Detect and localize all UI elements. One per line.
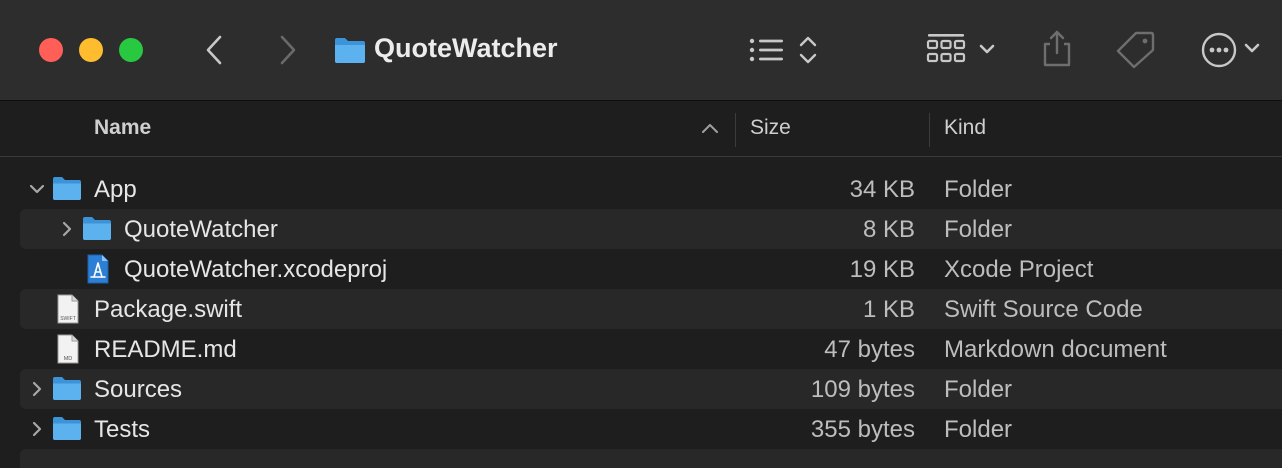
table-row[interactable]: Sources 109 bytes Folder [0, 369, 1282, 409]
table-row[interactable]: QuoteWatcher 8 KB Folder [0, 209, 1282, 249]
folder-icon [53, 377, 81, 400]
file-badge: SWIFT [60, 316, 76, 322]
file-kind: Swift Source Code [944, 296, 1143, 323]
file-name: QuoteWatcher.xcodeproj [124, 256, 388, 283]
file-size: 47 bytes [824, 336, 915, 363]
table-row[interactable]: SWIFT Package.swift 1 KB Swift Source Co… [0, 289, 1282, 329]
tag-icon[interactable] [1114, 30, 1156, 70]
file-name: Sources [94, 376, 183, 403]
folder-icon [53, 417, 81, 440]
file-name: Package.swift [94, 296, 243, 323]
sort-ascending-icon[interactable] [701, 122, 719, 134]
file-size: 8 KB [862, 216, 915, 243]
window-title: QuoteWatcher [374, 33, 558, 63]
file-badge: MD [64, 356, 73, 362]
back-button[interactable] [202, 34, 226, 66]
swift-file-icon: SWIFT [57, 294, 79, 324]
toolbar: QuoteWatcher [0, 0, 1282, 101]
xcode-project-icon [87, 254, 109, 284]
folder-icon [335, 38, 365, 63]
size-column-header[interactable]: Size [750, 116, 791, 140]
forward-button[interactable] [276, 34, 300, 66]
file-size: 355 bytes [810, 416, 915, 443]
grid-group-icon[interactable] [926, 32, 998, 68]
table-row[interactable]: QuoteWatcher.xcodeproj 19 KB Xcode Proje… [0, 249, 1282, 289]
name-column-header[interactable]: Name [94, 116, 151, 140]
file-size: 109 bytes [810, 376, 915, 403]
file-name: App [94, 176, 137, 203]
list-view-icon[interactable] [748, 34, 822, 66]
folder-icon [83, 217, 111, 240]
file-kind: Folder [944, 216, 1013, 243]
minimize-window-button[interactable] [79, 38, 103, 62]
column-header: Name Size Kind [0, 101, 1282, 157]
disclosure-expanded-icon[interactable] [28, 180, 46, 198]
file-name: Tests [94, 416, 151, 443]
file-kind: Markdown document [944, 336, 1167, 363]
kind-column-header[interactable]: Kind [944, 116, 986, 140]
column-divider[interactable] [929, 113, 930, 147]
share-icon[interactable] [1040, 28, 1074, 68]
disclosure-collapsed-icon[interactable] [28, 420, 46, 438]
disclosure-collapsed-icon[interactable] [58, 220, 76, 238]
zoom-window-button[interactable] [119, 38, 143, 62]
file-list: App 34 KB Folder QuoteWatcher 8 KB Folde… [0, 169, 1282, 449]
file-kind: Xcode Project [944, 256, 1094, 283]
close-window-button[interactable] [39, 38, 63, 62]
column-divider[interactable] [735, 113, 736, 147]
folder-icon [53, 177, 81, 200]
empty-row [20, 449, 1282, 468]
disclosure-collapsed-icon[interactable] [28, 380, 46, 398]
table-row[interactable]: Tests 355 bytes Folder [0, 409, 1282, 449]
file-name: README.md [94, 336, 237, 363]
table-row[interactable]: App 34 KB Folder [0, 169, 1282, 209]
file-kind: Folder [944, 376, 1013, 403]
file-size: 19 KB [849, 256, 915, 283]
ellipsis-circle-icon[interactable] [1200, 30, 1272, 70]
file-size: 34 KB [849, 176, 915, 203]
file-name: QuoteWatcher [124, 216, 278, 243]
finder-window: QuoteWatcher Name Size Kind App 34 KB Fo… [0, 0, 1282, 468]
file-kind: Folder [944, 416, 1013, 443]
file-size: 1 KB [862, 296, 915, 323]
table-row[interactable]: MD README.md 47 bytes Markdown document [0, 329, 1282, 369]
markdown-file-icon: MD [57, 334, 79, 364]
file-kind: Folder [944, 176, 1013, 203]
